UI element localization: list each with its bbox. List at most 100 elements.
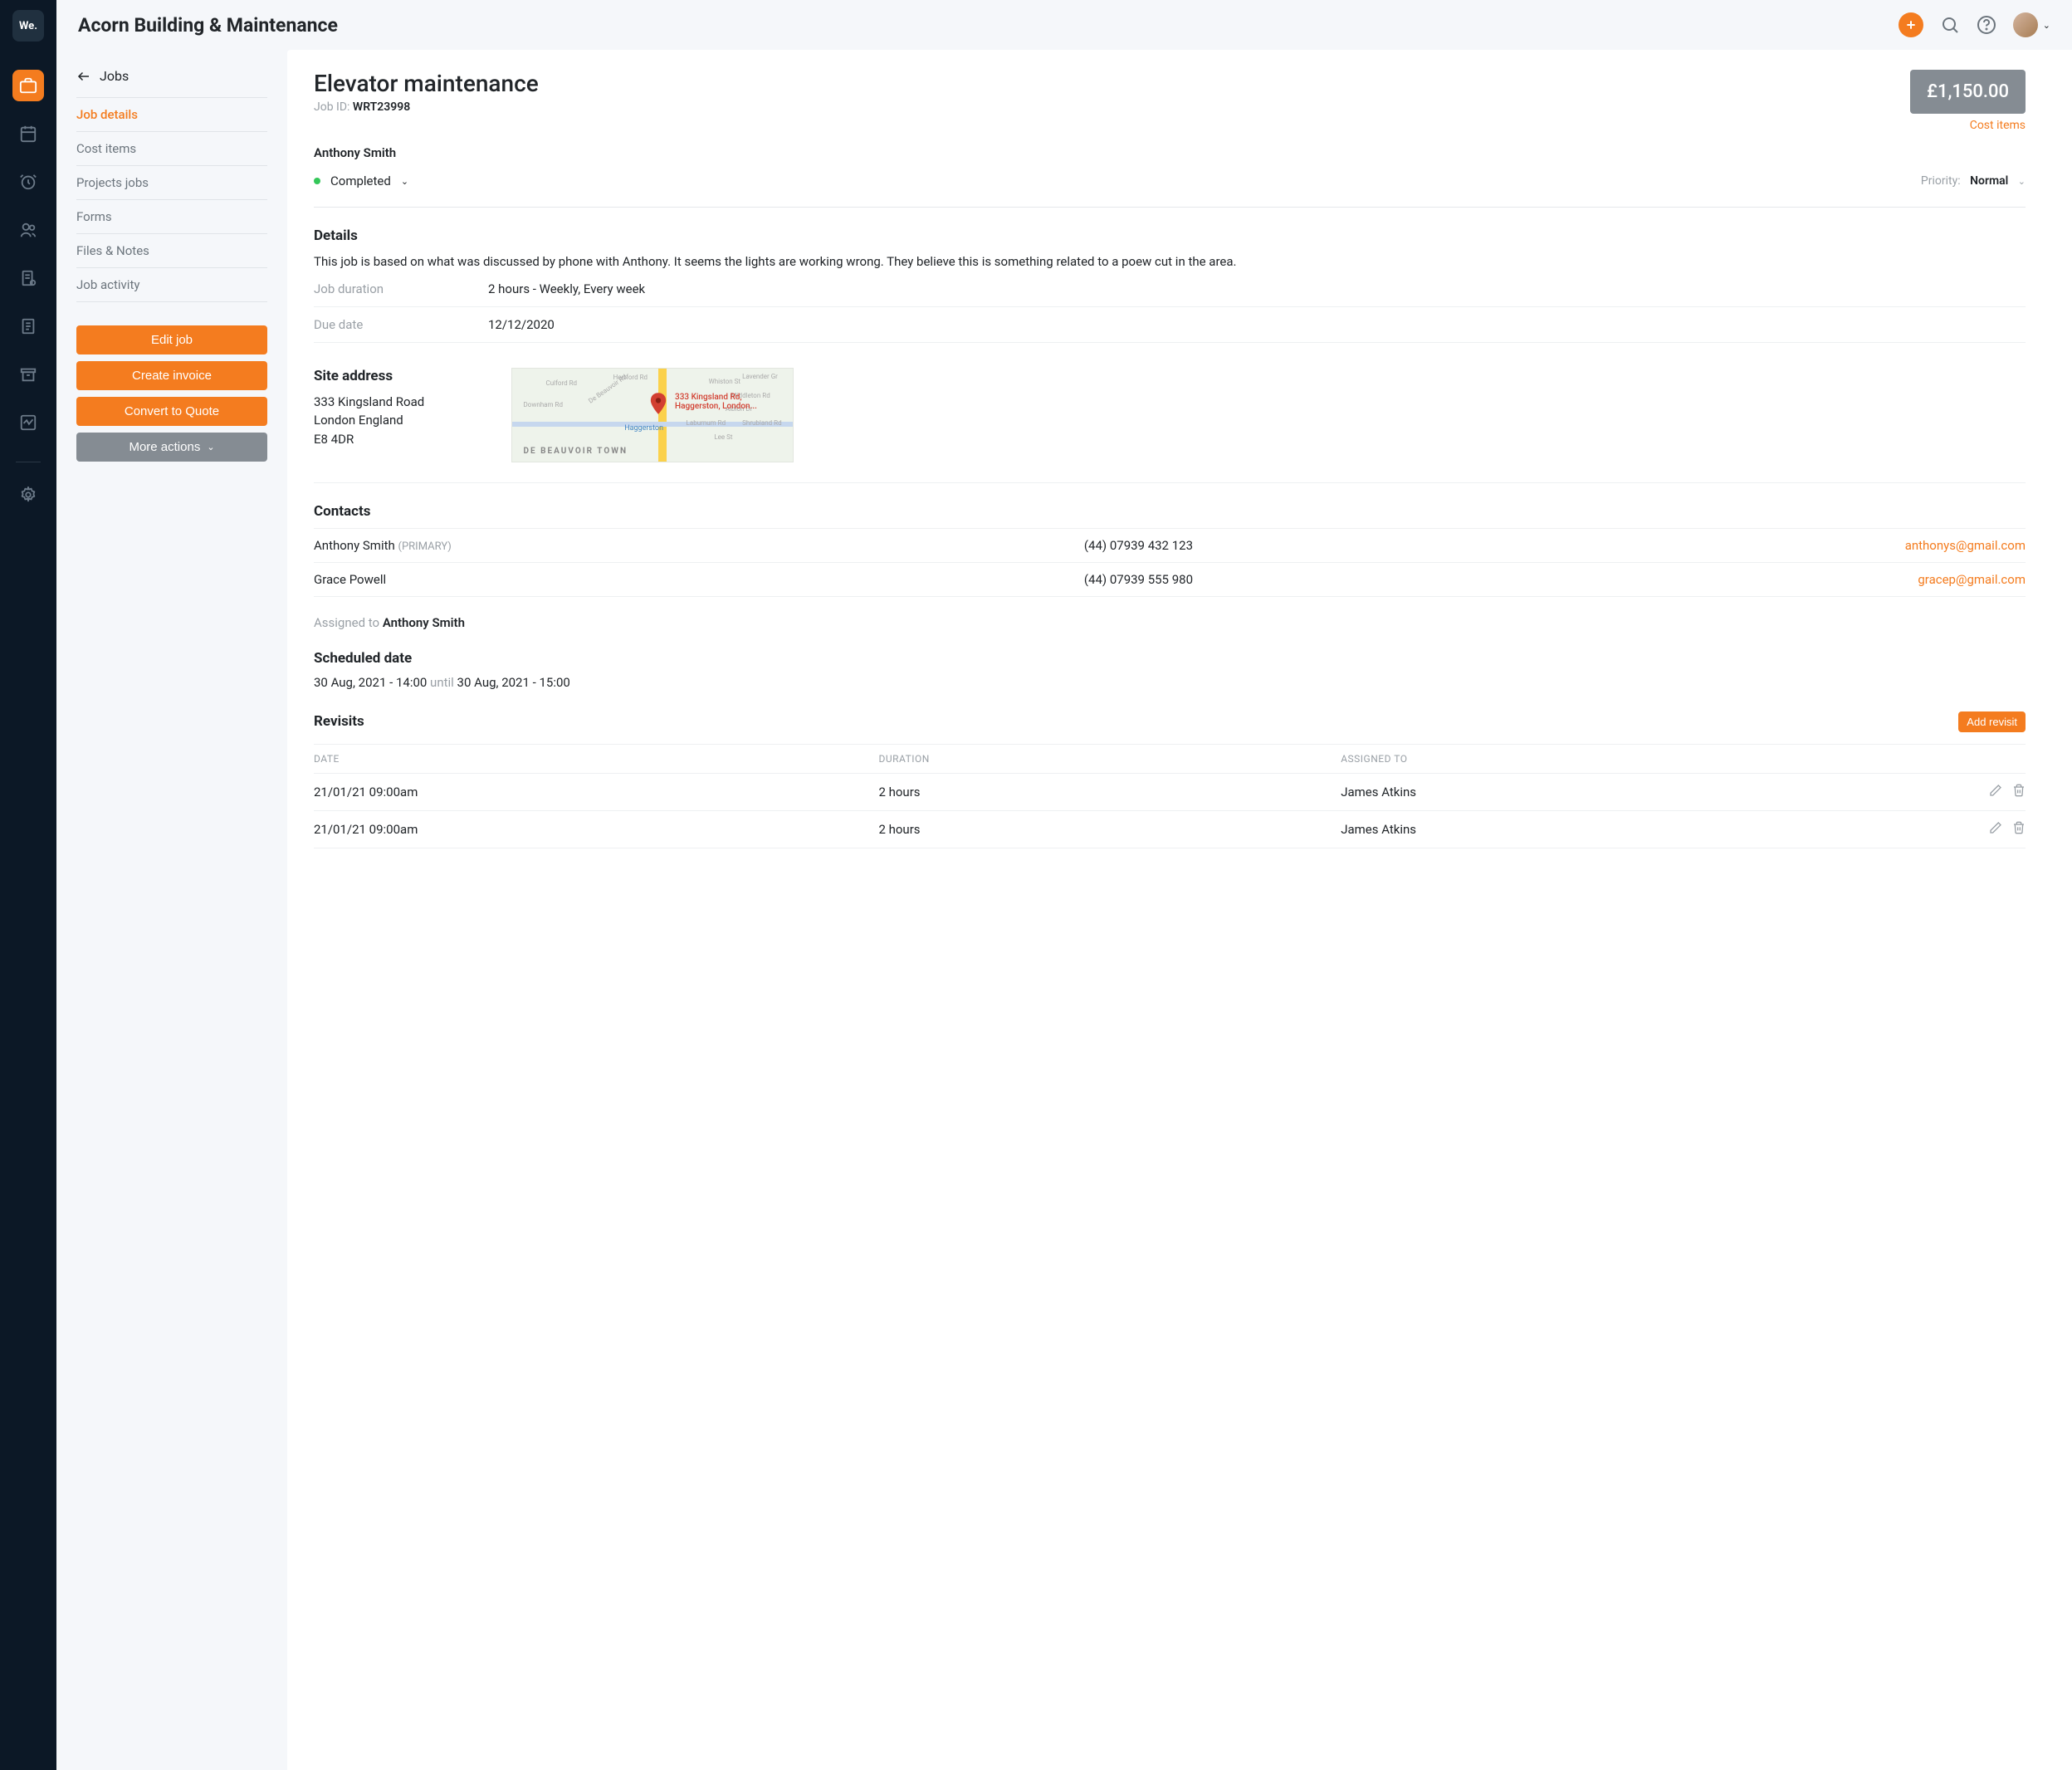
scheduled-date: 30 Aug, 2021 - 14:00 until 30 Aug, 2021 … — [314, 675, 2026, 690]
due-value: 12/12/2020 — [488, 317, 555, 332]
help-button[interactable] — [1977, 15, 1996, 35]
scheduled-heading: Scheduled date — [314, 650, 2026, 667]
revisit-duration: 2 hours — [878, 785, 1341, 799]
contact-name: Grace Powell — [314, 572, 1084, 587]
back-to-jobs[interactable]: Jobs — [76, 61, 267, 97]
sidebar-nav-item[interactable]: Cost items — [76, 132, 267, 166]
delete-revisit-button[interactable] — [2012, 784, 2026, 800]
map-area-label: Haggerston — [624, 424, 663, 433]
avatar — [2013, 12, 2038, 37]
nav-users[interactable] — [12, 214, 44, 246]
status-dot — [314, 178, 320, 184]
contact-email[interactable]: anthonys@gmail.com — [1597, 538, 2026, 553]
back-label: Jobs — [100, 68, 129, 84]
sidebar-nav-item[interactable]: Projects jobs — [76, 166, 267, 200]
revisits-header-row: DATE DURATION ASSIGNED TO — [314, 744, 2026, 774]
pencil-icon — [1989, 784, 2002, 797]
cost-items-link[interactable]: Cost items — [1910, 119, 2026, 132]
more-actions-button[interactable]: More actions⌄ — [76, 433, 267, 462]
chevron-down-icon: ⌄ — [2018, 176, 2026, 187]
revisit-assigned: James Atkins — [1341, 785, 1855, 799]
contact-email[interactable]: gracep@gmail.com — [1597, 572, 2026, 587]
priority-selector[interactable]: Priority: Normal ⌄ — [1921, 174, 2026, 188]
users-icon — [19, 221, 37, 239]
contact-row: Anthony Smith (PRIMARY)(44) 07939 432 12… — [314, 528, 2026, 563]
status-text: Completed — [330, 174, 391, 188]
chevron-down-icon: ⌄ — [401, 176, 408, 187]
revisit-duration: 2 hours — [878, 822, 1341, 837]
sidebar-nav-item[interactable]: Job details — [76, 98, 267, 132]
revisits-heading: Revisits — [314, 713, 364, 730]
trash-icon — [2012, 821, 2026, 834]
revisit-date: 21/01/21 09:00am — [314, 822, 878, 837]
delete-revisit-button[interactable] — [2012, 821, 2026, 838]
revisit-row: 21/01/21 09:00am2 hoursJames Atkins — [314, 811, 2026, 848]
details-text: This job is based on what was discussed … — [314, 252, 2026, 271]
plus-icon — [1904, 18, 1918, 32]
briefcase-icon — [19, 76, 37, 95]
sidebar-nav-item[interactable]: Job activity — [76, 268, 267, 302]
user-menu[interactable]: ⌄ — [2013, 12, 2050, 37]
site-map[interactable]: Whiston St Albion Dr Lee St Middleton Rd… — [511, 368, 794, 462]
revisit-row: 21/01/21 09:00am2 hoursJames Atkins — [314, 774, 2026, 811]
nav-notes[interactable] — [12, 310, 44, 342]
map-pin-icon — [649, 393, 667, 419]
add-button[interactable] — [1899, 12, 1923, 37]
alarm-icon — [19, 173, 37, 191]
nav-jobs[interactable] — [12, 70, 44, 101]
assigned-to: Assigned to Anthony Smith — [314, 615, 2026, 630]
search-icon — [1940, 15, 1960, 35]
sidebar-nav-item[interactable]: Files & Notes — [76, 234, 267, 268]
chevron-down-icon: ⌄ — [207, 442, 214, 452]
calendar-icon — [19, 125, 37, 143]
trash-icon — [2012, 784, 2026, 797]
app-logo[interactable]: We. — [12, 10, 44, 42]
activity-icon — [19, 413, 37, 432]
nav-activity[interactable] — [12, 407, 44, 438]
due-label: Due date — [314, 317, 488, 332]
contact-phone: (44) 07939 555 980 — [1084, 572, 1598, 587]
chevron-down-icon: ⌄ — [2043, 20, 2050, 31]
duration-value: 2 hours - Weekly, Every week — [488, 281, 645, 296]
gear-icon — [19, 486, 37, 504]
company-name: Acorn Building & Maintenance — [78, 14, 338, 37]
status-selector[interactable]: Completed ⌄ — [314, 174, 408, 188]
details-heading: Details — [314, 227, 2026, 244]
revisit-assigned: James Atkins — [1341, 822, 1855, 837]
search-button[interactable] — [1940, 15, 1960, 35]
nav-rail: We. — [0, 0, 56, 1770]
invoice-icon — [19, 269, 37, 287]
nav-settings[interactable] — [12, 479, 44, 511]
pencil-icon — [1989, 821, 2002, 834]
nav-alarm[interactable] — [12, 166, 44, 198]
job-price: £1,150.00 — [1910, 70, 2026, 114]
help-icon — [1977, 15, 1996, 35]
arrow-left-icon — [76, 69, 91, 84]
contacts-heading: Contacts — [314, 503, 2026, 520]
nav-archive[interactable] — [12, 359, 44, 390]
sidebar-nav-item[interactable]: Forms — [76, 200, 267, 234]
duration-label: Job duration — [314, 281, 488, 296]
note-icon — [19, 317, 37, 335]
job-panel: Elevator maintenance Job ID: WRT23998 £1… — [287, 50, 2072, 1770]
contact-row: Grace Powell (44) 07939 555 980gracep@gm… — [314, 563, 2026, 597]
archive-icon — [19, 365, 37, 384]
nav-invoice[interactable] — [12, 262, 44, 294]
map-area-label: DE BEAUVOIR TOWN — [524, 447, 628, 456]
sidebar: Jobs Job detailsCost itemsProjects jobsF… — [56, 50, 287, 1770]
job-id: Job ID: WRT23998 — [314, 100, 539, 114]
add-revisit-button[interactable]: Add revisit — [1958, 711, 2026, 732]
contact-phone: (44) 07939 432 123 — [1084, 538, 1598, 553]
job-title: Elevator maintenance — [314, 70, 539, 97]
contact-name: Anthony Smith (PRIMARY) — [314, 538, 1084, 553]
edit-job-button[interactable]: Edit job — [76, 325, 267, 354]
revisit-date: 21/01/21 09:00am — [314, 785, 878, 799]
edit-revisit-button[interactable] — [1989, 821, 2002, 838]
nav-calendar[interactable] — [12, 118, 44, 149]
site-address: 333 Kingsland Road London England E8 4DR — [314, 393, 488, 449]
customer-name: Anthony Smith — [314, 145, 2026, 160]
create-invoice-button[interactable]: Create invoice — [76, 361, 267, 390]
convert-quote-button[interactable]: Convert to Quote — [76, 397, 267, 426]
site-heading: Site address — [314, 368, 488, 384]
edit-revisit-button[interactable] — [1989, 784, 2002, 800]
